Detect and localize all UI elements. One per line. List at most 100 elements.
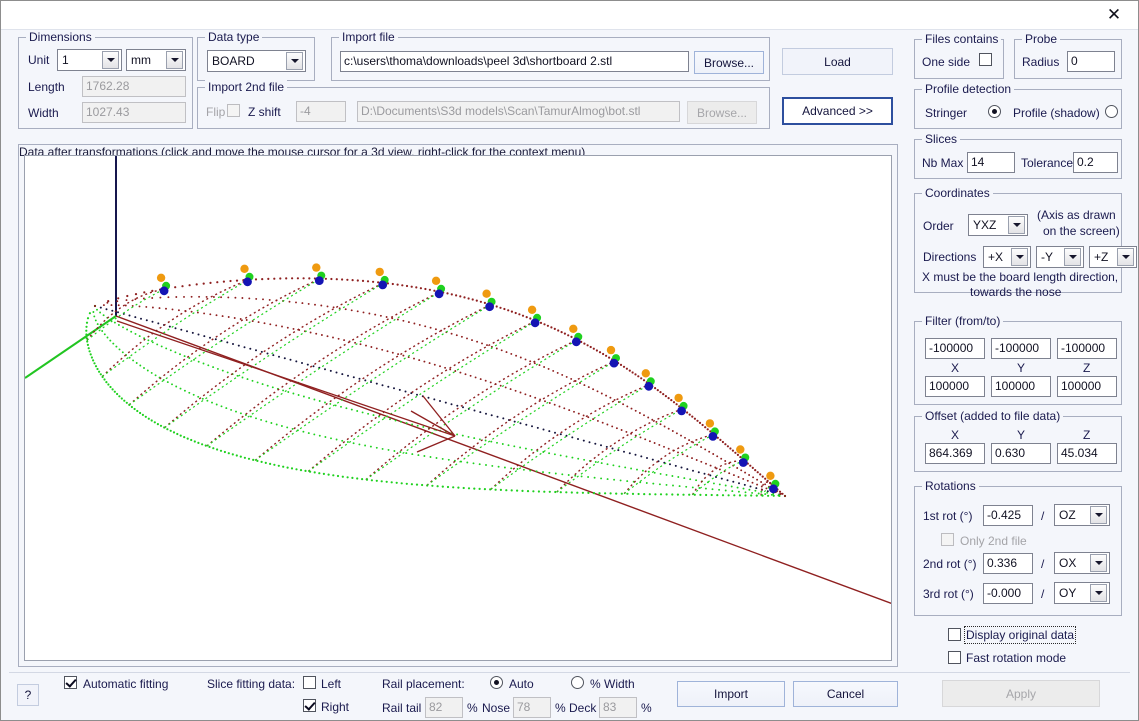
automatic-fitting-checkbox[interactable] [64, 676, 77, 689]
filter-from-y-field[interactable]: -100000 [991, 338, 1051, 359]
chevron-down-icon[interactable] [166, 51, 183, 69]
advanced-button[interactable]: Advanced >> [782, 97, 893, 125]
order-label: Order [923, 219, 954, 233]
rail-percent-width-radio[interactable] [571, 676, 584, 689]
direction-y-select[interactable]: -Y [1036, 246, 1084, 268]
3d-viewport[interactable] [24, 155, 892, 661]
offset-y-label: Y [1017, 428, 1025, 442]
offset-x-field[interactable]: 864.369 [925, 443, 985, 464]
automatic-fitting-label[interactable]: Automatic fitting [83, 677, 168, 691]
load-button[interactable]: Load [782, 48, 893, 75]
stringer-label: Stringer [925, 106, 967, 120]
chevron-down-icon[interactable] [1090, 506, 1107, 524]
length-field: 1762.28 [82, 76, 186, 97]
only-2nd-file-label: Only 2nd file [960, 534, 1027, 548]
chevron-down-icon[interactable] [1064, 248, 1081, 266]
title-bar: ✕ [1, 1, 1138, 30]
rotations-group: Rotations 1st rot (°) -0.425 / OZ Only 2… [914, 486, 1122, 616]
chevron-down-icon[interactable] [1117, 248, 1134, 266]
rot1-field[interactable]: -0.425 [983, 505, 1033, 526]
one-side-checkbox[interactable] [979, 53, 992, 66]
cancel-button[interactable]: Cancel [793, 681, 898, 707]
zshift-label: Z shift [248, 105, 281, 119]
files-contains-legend: Files contains [922, 32, 1001, 46]
offset-x-label: X [951, 428, 959, 442]
filter-to-z-field[interactable]: 100000 [1057, 376, 1117, 397]
unit-select[interactable]: 1 [57, 49, 122, 71]
stringer-radio[interactable] [988, 105, 1001, 118]
probe-radius-field[interactable]: 0 [1067, 51, 1115, 72]
display-original-label[interactable]: Display original data [966, 628, 1074, 642]
length-label: Length [28, 80, 65, 94]
import-dialog: ✕ Dimensions Unit 1 mm Length 1762.28 Wi… [0, 0, 1139, 721]
help-button[interactable]: ? [17, 684, 39, 706]
chevron-down-icon[interactable] [102, 51, 119, 69]
fast-rotation-checkbox[interactable] [948, 651, 961, 664]
directions-label: Directions [923, 250, 976, 264]
close-icon[interactable]: ✕ [1096, 3, 1132, 27]
rot1-axis-select[interactable]: OZ [1054, 504, 1110, 526]
filter-to-x-field[interactable]: 100000 [925, 376, 985, 397]
offset-legend: Offset (added to file data) [922, 409, 1063, 423]
chevron-down-icon[interactable] [286, 52, 303, 70]
slice-fitting-left-checkbox[interactable] [303, 676, 316, 689]
browse-button[interactable]: Browse... [694, 51, 764, 74]
tolerance-field[interactable]: 0.2 [1073, 152, 1118, 173]
chevron-down-icon[interactable] [1090, 554, 1107, 572]
one-side-label: One side [922, 55, 970, 69]
profile-shadow-radio[interactable] [1105, 105, 1118, 118]
nbmax-label: Nb Max [922, 156, 963, 170]
data-type-select[interactable]: BOARD [207, 50, 306, 72]
unit-label: Unit [28, 53, 49, 67]
rail-auto-label[interactable]: Auto [509, 677, 534, 691]
footer-divider [9, 672, 1130, 673]
data-type-legend: Data type [205, 30, 262, 44]
nbmax-field[interactable]: 14 [967, 152, 1015, 173]
rot3-axis-value: OY [1055, 586, 1090, 600]
rot2-slash: / [1041, 557, 1044, 571]
unit-measure-select[interactable]: mm [126, 49, 186, 71]
rot1-slash: / [1041, 509, 1044, 523]
rot3-axis-select[interactable]: OY [1054, 582, 1110, 604]
rot2-axis-select[interactable]: OX [1054, 552, 1110, 574]
rail-auto-radio[interactable] [490, 676, 503, 689]
nose-percent: % [555, 701, 566, 715]
rot3-field[interactable]: -0.000 [983, 583, 1033, 604]
filter-from-x-field[interactable]: -100000 [925, 338, 985, 359]
display-original-checkbox[interactable] [948, 628, 961, 641]
order-select[interactable]: YXZ [968, 214, 1028, 236]
tolerance-label: Tolerance [1021, 156, 1073, 170]
slice-fitting-right-label[interactable]: Right [321, 700, 349, 714]
deck-field: 83 [599, 697, 637, 718]
data-type-value: BOARD [208, 54, 286, 68]
coordinates-hint-line1: X must be the board length direction, [922, 270, 1118, 284]
filter-from-z-field[interactable]: -100000 [1057, 338, 1117, 359]
direction-z-select[interactable]: +Z [1089, 246, 1137, 268]
offset-z-field[interactable]: 45.034 [1057, 443, 1117, 464]
fast-rotation-label[interactable]: Fast rotation mode [966, 651, 1066, 665]
import-button[interactable]: Import [677, 681, 785, 707]
rail-percent-width-label[interactable]: % Width [590, 677, 635, 691]
apply-button: Apply [942, 680, 1100, 707]
probe-group: Probe Radius 0 [1014, 39, 1122, 79]
filter-to-y-field[interactable]: 100000 [991, 376, 1051, 397]
rail-tail-label: Rail tail [382, 701, 421, 715]
chevron-down-icon[interactable] [1090, 584, 1107, 602]
coordinates-legend: Coordinates [922, 186, 993, 200]
rot2-field[interactable]: 0.336 [983, 553, 1033, 574]
chevron-down-icon[interactable] [1011, 248, 1028, 266]
offset-y-field[interactable]: 0.630 [991, 443, 1051, 464]
chevron-down-icon[interactable] [1008, 216, 1025, 234]
direction-x-select[interactable]: +X [983, 246, 1031, 268]
import-file-legend: Import file [339, 30, 398, 44]
rotations-legend: Rotations [922, 479, 979, 493]
import-2nd-file-group: Import 2nd file Flip Z shift -4 D:\Docum… [197, 87, 770, 129]
slice-fitting-left-label[interactable]: Left [321, 677, 341, 691]
unit-measure-value: mm [127, 53, 166, 67]
import-file-path-field[interactable]: c:\users\thoma\downloads\peel 3d\shortbo… [340, 51, 689, 72]
slice-fitting-right-checkbox[interactable] [303, 699, 316, 712]
filter-y-label: Y [1017, 361, 1025, 375]
pointer-arrow [117, 321, 455, 452]
direction-x-value: +X [984, 250, 1011, 264]
rail-tail-percent: % [467, 701, 478, 715]
